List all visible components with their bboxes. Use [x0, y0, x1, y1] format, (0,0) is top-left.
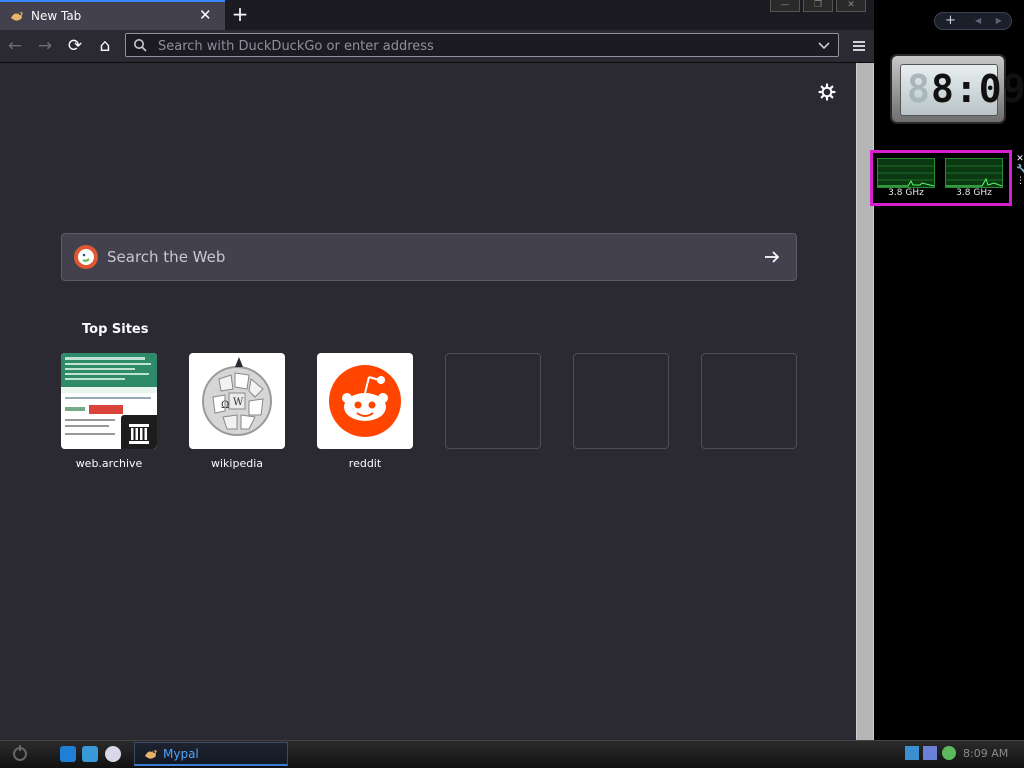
taskbar-item-mypal[interactable]: Mypal	[134, 742, 288, 766]
drag-handle-icon[interactable]: ⋮	[1016, 176, 1024, 187]
empty-site-slot	[573, 353, 669, 449]
site-thumbnail	[61, 353, 157, 449]
search-placeholder: Search the Web	[107, 248, 226, 266]
top-site-web-archive[interactable]: web.archive	[61, 353, 157, 470]
reload-button[interactable]: ⟳	[63, 34, 87, 58]
explorer-icon[interactable]	[82, 746, 98, 762]
mypal-icon	[11, 12, 23, 21]
gadget-controls: + ◀ ▶	[934, 12, 1012, 30]
clock-time: 8:09	[931, 67, 1024, 111]
close-window-button[interactable]: ✕	[836, 0, 866, 12]
site-label: wikipedia	[210, 457, 263, 470]
back-button[interactable]: ←	[3, 34, 27, 58]
empty-site-slot	[445, 353, 541, 449]
archive-icon	[121, 415, 157, 449]
reddit-alien-icon	[329, 365, 401, 437]
site-thumbnail	[317, 353, 413, 449]
svg-text:Ω: Ω	[221, 400, 229, 411]
display-icon[interactable]	[923, 746, 937, 760]
cpu-meter-gadget[interactable]: 3.8 GHz 3.8 GHz	[870, 150, 1012, 206]
top-site-empty[interactable]	[573, 353, 669, 449]
mypal-icon	[145, 750, 157, 759]
minimize-button[interactable]: —	[770, 0, 800, 12]
taskbar-clock[interactable]: 8:09 AM	[963, 747, 1008, 760]
search-icon	[134, 39, 147, 52]
top-site-wikipedia[interactable]: Ω W wikipedia	[189, 353, 285, 470]
clock-display: 8 8:09	[900, 64, 1024, 116]
gadget-page-arrows[interactable]: ◀ ▶	[975, 15, 1008, 27]
site-thumbnail: Ω W	[189, 353, 285, 449]
empty-site-slot	[701, 353, 797, 449]
arrow-right-icon[interactable]	[762, 247, 782, 267]
chevron-down-icon[interactable]	[816, 36, 832, 54]
gear-icon[interactable]	[818, 83, 836, 101]
wikipedia-globe-icon: Ω W	[202, 357, 272, 436]
duckduckgo-icon	[74, 245, 98, 269]
site-label: web.archive	[75, 457, 143, 470]
taskbar: Mypal 8:09 AM	[0, 740, 1024, 768]
cpu-graph	[877, 158, 935, 188]
volume-icon[interactable]	[942, 746, 956, 760]
svg-text:W: W	[233, 397, 244, 408]
maximize-button[interactable]: ❐	[803, 0, 833, 12]
top-site-empty[interactable]	[701, 353, 797, 449]
cpu-frequency: 3.8 GHz	[888, 188, 924, 198]
url-bar[interactable]	[125, 33, 839, 57]
nav-bar: ← → ⟳ ⌂	[0, 30, 874, 63]
close-icon[interactable]: ✕	[1016, 154, 1024, 165]
new-tab-button[interactable]: +	[228, 2, 252, 26]
add-gadget-button[interactable]: +	[945, 14, 956, 28]
new-tab-page: Search the Web Top Sites web.archive Ω W…	[0, 63, 856, 740]
network-icon[interactable]	[905, 746, 919, 760]
internet-explorer-icon[interactable]	[60, 746, 76, 762]
tab-close-icon[interactable]: ✕	[199, 6, 212, 24]
forward-button[interactable]: →	[33, 34, 57, 58]
top-sites-heading: Top Sites	[82, 322, 149, 337]
clock-ghost-digit: 8	[907, 67, 930, 111]
tab-title: New Tab	[31, 9, 82, 23]
gadget-sidebar: + ◀ ▶ 8 8:09 3.8 GHz 3.8 GHz ✕ 🔧 ⋮	[870, 0, 1024, 740]
cpu-graph	[945, 158, 1003, 188]
start-button-icon[interactable]	[8, 743, 32, 765]
gadget-toolbar: ✕ 🔧 ⋮	[1016, 154, 1024, 194]
web-search-box[interactable]: Search the Web	[61, 233, 797, 281]
top-site-reddit[interactable]: reddit	[317, 353, 413, 470]
cpu-frequency: 3.8 GHz	[956, 188, 992, 198]
tab-bar: New Tab ✕ + — ❐ ✕	[0, 0, 874, 30]
address-input[interactable]	[156, 36, 810, 56]
top-site-empty[interactable]	[445, 353, 541, 449]
site-label: reddit	[348, 457, 382, 470]
wrench-icon[interactable]: 🔧	[1016, 165, 1024, 176]
hamburger-menu-icon[interactable]	[848, 34, 870, 58]
clock-gadget[interactable]: 8 8:09	[890, 54, 1024, 124]
home-button[interactable]: ⌂	[93, 34, 117, 58]
browser-window: New Tab ✕ + — ❐ ✕ ← → ⟳ ⌂ Search with Du…	[0, 0, 874, 740]
taskbar-item-label: Mypal	[163, 747, 199, 761]
tab-new-tab[interactable]: New Tab ✕	[0, 0, 225, 30]
media-player-icon[interactable]	[105, 746, 121, 762]
